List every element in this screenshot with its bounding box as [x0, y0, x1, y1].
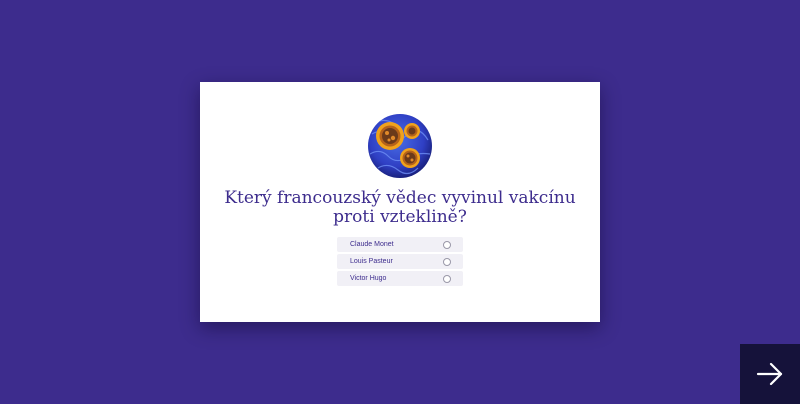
answer-option-label: Claude Monet: [350, 241, 394, 248]
virus-cell-icon: [368, 114, 432, 178]
radio-button[interactable]: [443, 240, 451, 249]
answer-option-label: Victor Hugo: [350, 275, 387, 282]
answer-option-victor-hugo[interactable]: Victor Hugo: [337, 271, 463, 286]
answer-option-louis-pasteur[interactable]: Louis Pasteur: [337, 254, 463, 269]
answer-option-claude-monet[interactable]: Claude Monet: [337, 237, 463, 252]
next-button[interactable]: [740, 344, 800, 404]
radio-button[interactable]: [443, 274, 451, 283]
quiz-card: Který francouzský vědec vyvinul vakcínu …: [200, 82, 600, 322]
answer-option-label: Louis Pasteur: [350, 258, 393, 265]
answer-options: Claude Monet Louis Pasteur Victor Hugo: [337, 237, 463, 288]
arrow-right-icon: [756, 362, 783, 386]
question-text: Který francouzský vědec vyvinul vakcínu …: [224, 188, 576, 227]
radio-button[interactable]: [443, 257, 451, 266]
